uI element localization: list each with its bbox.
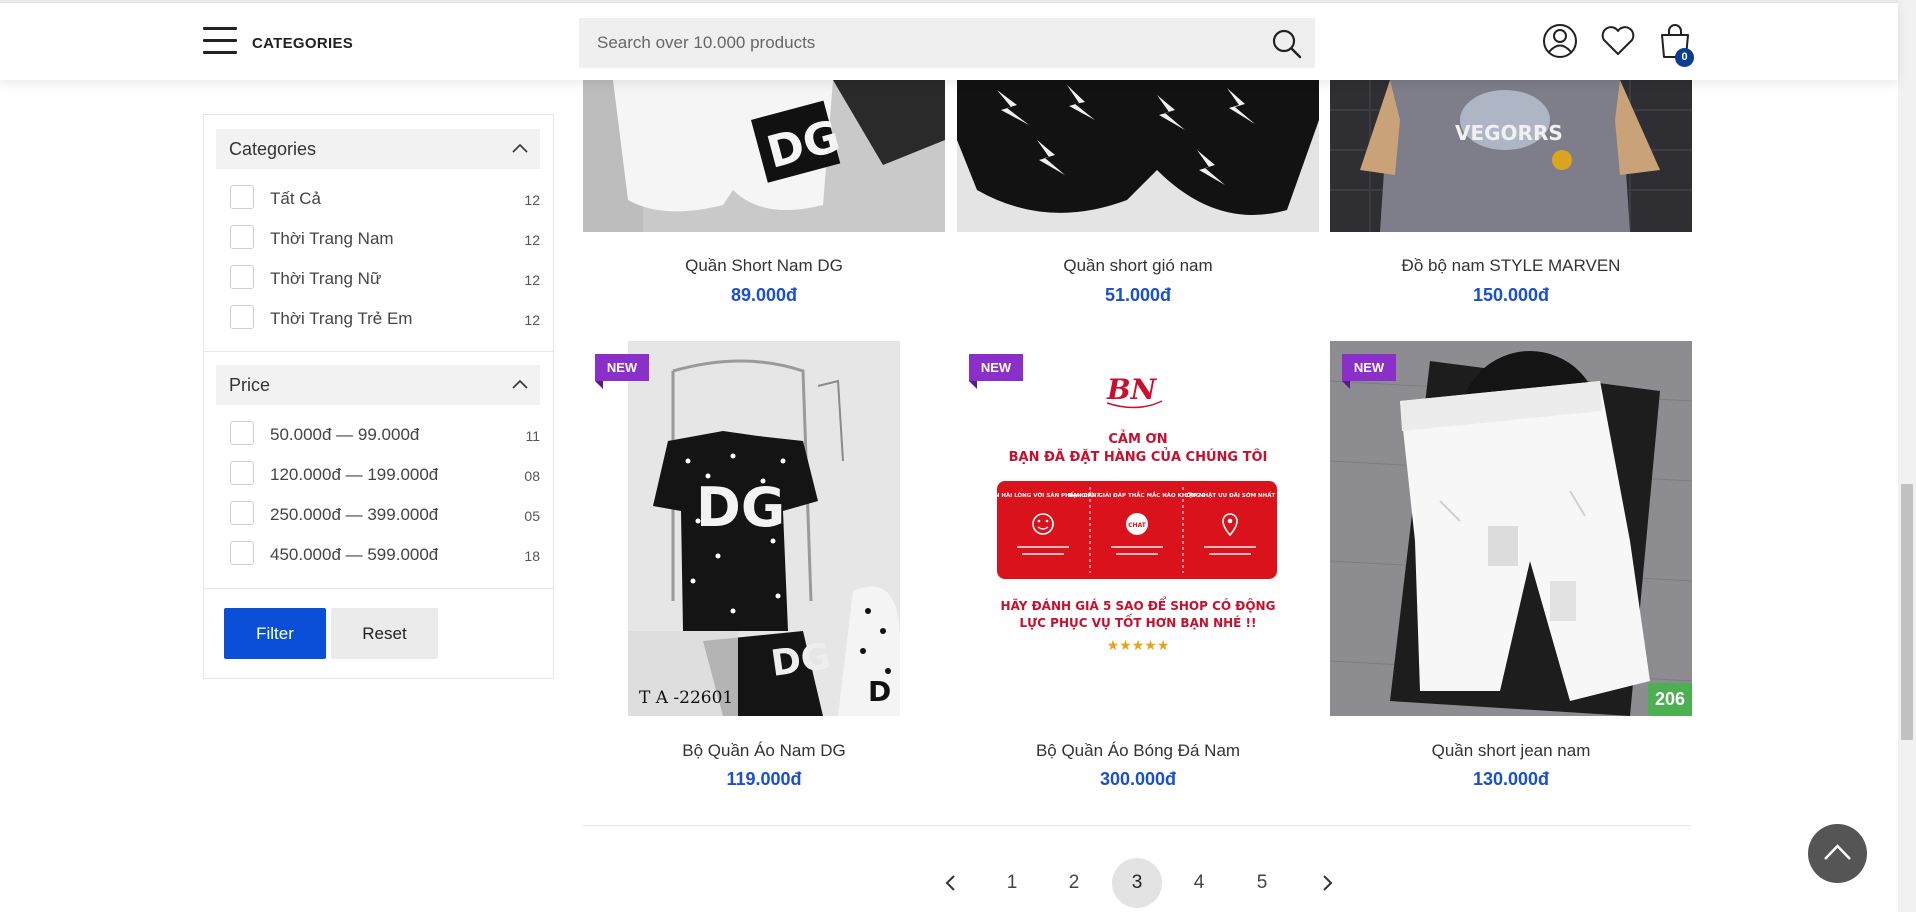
option-label: 250.000đ — 399.000đ	[270, 505, 439, 524]
product-image-text: T A -22601	[639, 688, 733, 708]
categories-menu-label[interactable]: CATEGORIES	[252, 35, 353, 52]
new-badge: NEW	[595, 354, 649, 389]
product-price: 130.000đ	[1472, 769, 1550, 789]
page-3-current[interactable]: 3	[1112, 858, 1162, 908]
option-label: 120.000đ — 199.000đ	[270, 465, 439, 484]
svg-text:★★★★★: ★★★★★	[1107, 638, 1170, 654]
page-4[interactable]: 4	[1174, 858, 1224, 908]
svg-text:VEGORRS: VEGORRS	[1455, 121, 1563, 145]
svg-text:LỰC PHỤC VỤ TỐT HƠN BẠN NHÉ !!: LỰC PHỤC VỤ TỐT HƠN BẠN NHÉ !!	[1020, 613, 1257, 630]
product-name[interactable]: Quần short jean nam	[1330, 741, 1692, 761]
image-count-badge: 206	[1648, 683, 1692, 716]
page-5[interactable]: 5	[1237, 858, 1287, 908]
product-name[interactable]: Bộ Quần Áo Bóng Đá Nam	[957, 741, 1319, 761]
checkbox[interactable]	[230, 265, 254, 289]
svg-text:CHAT: CHAT	[1128, 522, 1147, 529]
svg-text:DG: DG	[769, 636, 834, 685]
option-label: Thời Trang Trẻ Em	[270, 309, 413, 328]
categories-filter-header[interactable]: Categories	[216, 129, 540, 169]
site-header: CATEGORIES 0	[0, 0, 1898, 80]
filter-sidebar: Categories Tất Cả 12 Thời Trang Nam 12 T…	[203, 114, 554, 679]
svg-text:D: D	[868, 675, 891, 708]
svg-text:BN: BN	[1106, 373, 1158, 406]
option-count: 05	[524, 508, 540, 524]
reset-button[interactable]: Reset	[331, 608, 438, 659]
checkbox[interactable]	[230, 461, 254, 485]
chevron-right-icon[interactable]	[1317, 873, 1337, 893]
product-image[interactable]: NEW 206	[1330, 341, 1692, 716]
product-price: 89.000đ	[730, 285, 798, 305]
product-image[interactable]: VEGORRS	[1330, 80, 1692, 232]
product-name[interactable]: Quần Short Nam DG	[583, 256, 945, 276]
page-1[interactable]: 1	[987, 858, 1037, 908]
product-image[interactable]: DG	[583, 80, 945, 232]
checkbox[interactable]	[230, 185, 254, 209]
svg-text:BẠN ĐÃ ĐẶT HÀNG CỦA CHÚNG TÔI: BẠN ĐÃ ĐẶT HÀNG CỦA CHÚNG TÔI	[1009, 448, 1268, 465]
chevron-up-icon[interactable]	[512, 378, 528, 390]
option-count: 12	[524, 232, 540, 248]
product-image[interactable]	[957, 80, 1319, 232]
price-option-4[interactable]: 450.000đ — 599.000đ 18	[230, 541, 540, 571]
new-badge: NEW	[969, 354, 1023, 389]
search-bar	[579, 18, 1315, 68]
svg-text:DG: DG	[696, 476, 785, 539]
category-option-kids[interactable]: Thời Trang Trẻ Em 12	[230, 305, 540, 335]
cart-count-badge: 0	[1675, 48, 1694, 67]
chevron-left-icon[interactable]	[941, 873, 961, 893]
category-option-men[interactable]: Thời Trang Nam 12	[230, 225, 540, 255]
product-price: 119.000đ	[726, 769, 802, 789]
option-count: 12	[524, 312, 540, 328]
price-option-1[interactable]: 50.000đ — 99.000đ 11	[230, 421, 540, 451]
svg-text:HÃY ĐÁNH GIÁ 5 SAO ĐỂ SHOP CÓ: HÃY ĐÁNH GIÁ 5 SAO ĐỂ SHOP CÓ ĐỘNG	[1001, 596, 1276, 613]
page-2[interactable]: 2	[1049, 858, 1099, 908]
svg-text:CẬP NHẬT ƯU ĐÃI SỚM NHẤT: CẬP NHẬT ƯU ĐÃI SỚM NHẤT	[1185, 491, 1276, 499]
checkbox[interactable]	[230, 421, 254, 445]
chevron-up-icon[interactable]	[512, 142, 528, 154]
hamburger-menu-icon[interactable]	[203, 27, 237, 57]
checkbox[interactable]	[230, 305, 254, 329]
wishlist-heart-icon[interactable]	[1598, 21, 1638, 61]
product-name[interactable]: Bộ Quần Áo Nam DG	[583, 741, 945, 761]
price-filter-title: Price	[229, 375, 271, 395]
user-account-icon[interactable]	[1540, 21, 1580, 61]
product-price: 51.000đ	[1104, 285, 1172, 305]
category-option-women[interactable]: Thời Trang Nữ 12	[230, 265, 540, 295]
product-image[interactable]: BN CẢM ƠN BẠN ĐÃ ĐẶT HÀNG CỦA CHÚNG TÔI …	[957, 341, 1319, 716]
option-count: 08	[524, 468, 540, 484]
product-image[interactable]: DG DG D T A -22601 NEW	[583, 341, 945, 716]
new-badge: NEW	[1342, 354, 1396, 389]
category-option-all[interactable]: Tất Cả 12	[230, 185, 540, 215]
categories-filter-title: Categories	[229, 139, 317, 159]
divider	[583, 825, 1691, 826]
product-name[interactable]: Đồ bộ nam STYLE MARVEN	[1330, 256, 1692, 276]
divider	[204, 351, 553, 352]
option-label: Thời Trang Nữ	[270, 269, 382, 288]
chevron-up-icon	[1824, 844, 1851, 860]
filter-button[interactable]: Filter	[224, 608, 326, 659]
option-count: 12	[524, 192, 540, 208]
price-option-2[interactable]: 120.000đ — 199.000đ 08	[230, 461, 540, 491]
option-count: 18	[524, 548, 540, 564]
option-label: Tất Cả	[270, 189, 322, 208]
page-scrollbar[interactable]	[1898, 0, 1916, 912]
option-label: 50.000đ — 99.000đ	[270, 425, 420, 444]
back-to-top-button[interactable]	[1808, 824, 1867, 883]
option-count: 11	[525, 428, 540, 444]
price-filter-header[interactable]: Price	[216, 365, 540, 405]
search-icon[interactable]	[1271, 28, 1303, 60]
checkbox[interactable]	[230, 225, 254, 249]
option-label: Thời Trang Nam	[270, 229, 394, 248]
scrollbar-thumb[interactable]	[1901, 484, 1913, 740]
checkbox[interactable]	[230, 541, 254, 565]
option-label: 450.000đ — 599.000đ	[270, 545, 439, 564]
price-option-3[interactable]: 250.000đ — 399.000đ 05	[230, 501, 540, 531]
search-input[interactable]	[597, 18, 1247, 68]
product-price: 300.000đ	[1099, 769, 1177, 789]
product-name[interactable]: Quần short gió nam	[957, 256, 1319, 276]
checkbox[interactable]	[230, 501, 254, 525]
divider	[204, 588, 553, 589]
product-price: 150.000đ	[1472, 285, 1550, 305]
option-count: 12	[524, 272, 540, 288]
svg-text:CẢM ƠN: CẢM ƠN	[1108, 430, 1167, 447]
